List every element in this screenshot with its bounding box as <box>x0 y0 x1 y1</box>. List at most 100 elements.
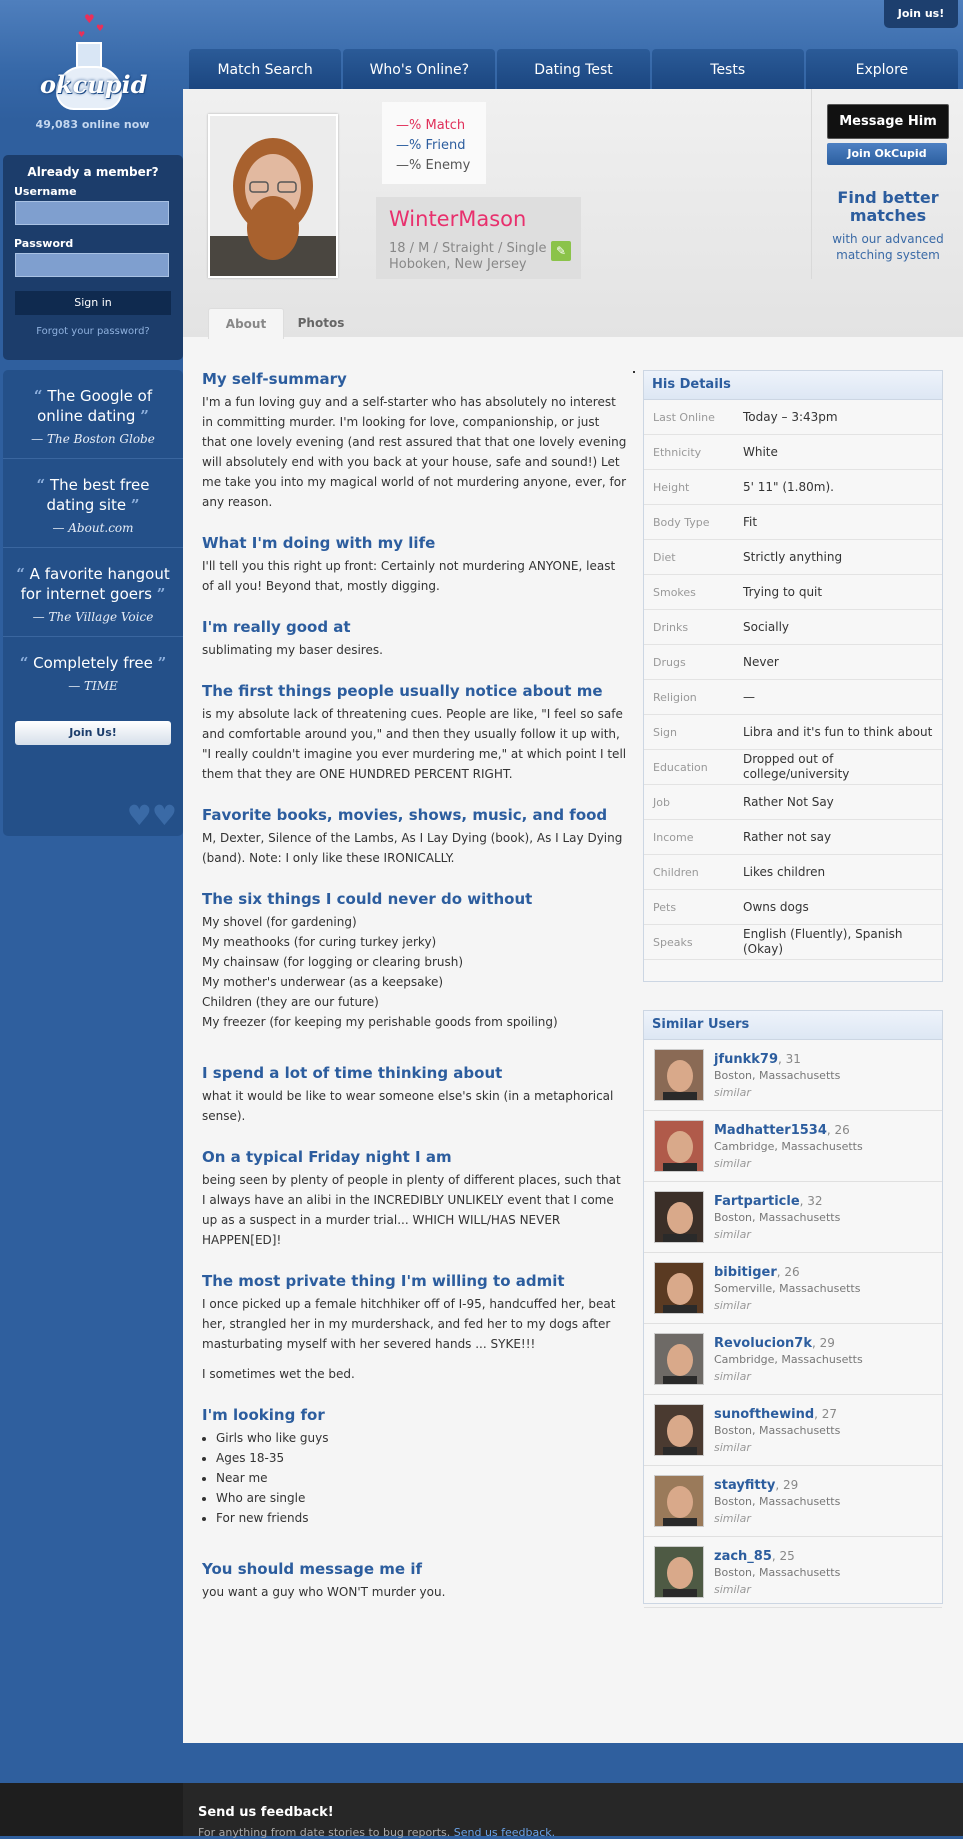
similar-user-label: similar <box>714 1440 751 1454</box>
similar-user-row[interactable]: zach_85, 25 Boston, Massachusetts similar <box>644 1537 942 1608</box>
message-him-button[interactable]: Message Him <box>827 104 949 139</box>
similar-user-info: Madhatter1534, 26 Cambridge, Massachusett… <box>714 1123 863 1170</box>
similar-user-name[interactable]: Revolucion7k <box>714 1336 812 1351</box>
essay-section: The six things I could never do without … <box>202 890 627 1032</box>
detail-key: Children <box>653 865 699 879</box>
similar-user-name[interactable]: Fartparticle <box>714 1194 800 1209</box>
avatar-image <box>663 1060 697 1100</box>
nav-explore[interactable]: Explore <box>805 49 959 89</box>
pencil-icon[interactable]: ✎ <box>551 241 571 261</box>
username-field[interactable] <box>15 201 169 225</box>
sign-in-button[interactable]: Sign in <box>15 291 171 315</box>
detail-row: Drugs Never <box>644 645 942 680</box>
detail-row: Speaks English (Fluently), Spanish (Okay) <box>644 925 942 960</box>
nav-whos-online[interactable]: Who's Online? <box>343 49 496 89</box>
similar-user-row[interactable]: Fartparticle, 32 Boston, Massachusetts sim… <box>644 1182 942 1253</box>
looking-for-list: Girls who like guys Ages 18-35 Near me W… <box>202 1428 627 1528</box>
similar-user-info: Revolucion7k, 29 Cambridge, Massachusetts… <box>714 1336 863 1383</box>
avatar[interactable] <box>654 1262 704 1314</box>
join-us-top-button[interactable]: Join us! <box>884 0 958 28</box>
essay-body: I sometimes wet the bed. <box>202 1367 355 1381</box>
similar-user-age: , 27 <box>814 1406 838 1421</box>
detail-value: 5' 11" (1.80m). <box>743 479 834 494</box>
detail-key: Income <box>653 830 694 844</box>
detail-row: Children Likes children <box>644 855 942 890</box>
similar-user-name[interactable]: zach_85 <box>714 1549 772 1564</box>
similar-user-row[interactable]: sunofthewind, 27 Boston, Massachusetts sim… <box>644 1395 942 1466</box>
similar-users-box: Similar Users jfunkk79, 31 Boston, Massac… <box>643 1010 943 1608</box>
similar-user-age: , 29 <box>775 1477 799 1492</box>
avatar[interactable] <box>654 1049 704 1101</box>
similar-user-row[interactable]: jfunkk79, 31 Boston, Massachusetts similar <box>644 1040 942 1111</box>
nav-tests[interactable]: Tests <box>651 49 804 89</box>
close-quote-icon: ” <box>157 654 167 672</box>
similar-user-info: zach_85, 25 Boston, Massachusetts similar <box>714 1549 840 1596</box>
similar-user-age: , 29 <box>811 1335 835 1350</box>
essay-section: On a typical Friday night I am being see… <box>202 1148 627 1250</box>
tab-photos[interactable]: Photos <box>284 308 358 338</box>
detail-key: Ethnicity <box>653 445 702 459</box>
close-quote-icon: ” <box>156 585 166 603</box>
detail-key: Religion <box>653 690 697 704</box>
detail-key: Education <box>653 760 708 774</box>
similar-user-info: stayfitty, 29 Boston, Massachusetts simila… <box>714 1478 840 1525</box>
similar-user-row[interactable]: stayfitty, 29 Boston, Massachusetts simila… <box>644 1466 942 1537</box>
six-things-item: My freezer (for keeping my perishable go… <box>202 1015 558 1029</box>
similar-user-age: , 26 <box>826 1122 850 1137</box>
similar-user-label: similar <box>714 1582 751 1596</box>
similar-user-row[interactable]: bibitiger, 26 Somerville, Massachusetts si… <box>644 1253 942 1324</box>
press-quote: “ The best free dating site ” — About.co… <box>3 459 183 548</box>
send-feedback-link[interactable]: Send us feedback. <box>454 1826 555 1839</box>
detail-key: Drugs <box>653 655 686 669</box>
avatar[interactable] <box>654 1333 704 1385</box>
find-better-matches-sub: with our advanced matching system <box>832 232 944 262</box>
avatar[interactable] <box>654 1191 704 1243</box>
avatar-image <box>663 1273 697 1313</box>
join-okcupid-button[interactable]: Join OkCupid <box>827 143 947 165</box>
detail-key: Drinks <box>653 620 689 634</box>
similar-user-location: Boston, Massachusetts <box>714 1423 841 1437</box>
similar-user-name[interactable]: jfunkk79 <box>714 1052 778 1067</box>
tab-about[interactable]: About <box>208 308 284 339</box>
similar-user-name[interactable]: stayfitty <box>714 1478 775 1493</box>
similar-user-label: similar <box>714 1298 751 1312</box>
heart-icon: ♥ <box>78 30 86 39</box>
match-percent: —% Match <box>396 118 466 133</box>
okcupid-logo[interactable]: ♥ ♥ ♥ okcupid <box>40 10 147 120</box>
avatar[interactable] <box>654 1475 704 1527</box>
detail-value: Likes children <box>743 864 826 879</box>
press-quote: “ The Google of online dating ” — The Bo… <box>3 370 183 459</box>
similar-user-label: similar <box>714 1511 751 1525</box>
similar-user-name[interactable]: Madhatter1534 <box>714 1123 827 1138</box>
detail-row: Sign Libra and it's fun to think about <box>644 715 942 750</box>
essay-title: The six things I could never do without <box>202 890 533 908</box>
essay-title: I spend a lot of time thinking about <box>202 1064 503 1082</box>
find-better-matches[interactable]: Find better matches <box>812 189 963 225</box>
avatar[interactable] <box>654 1404 704 1456</box>
similar-user-row[interactable]: Revolucion7k, 29 Cambridge, Massachusetts… <box>644 1324 942 1395</box>
press-quote: “ A favorite hangout for internet goers … <box>3 548 183 637</box>
similar-user-name[interactable]: sunofthewind <box>714 1407 814 1422</box>
profile-meta: 18 / M / Straight / Single Hoboken, New … <box>389 241 547 273</box>
join-us-button[interactable]: Join Us! <box>15 721 171 745</box>
essay-body: you want a guy who WON'T murder you. <box>202 1585 446 1599</box>
detail-row: Income Rather not say <box>644 820 942 855</box>
essay-section: I'm really good at sublimating my baser … <box>202 618 627 660</box>
detail-value: Owns dogs <box>743 899 809 914</box>
similar-user-name[interactable]: bibitiger <box>714 1265 777 1280</box>
nav-dating-test[interactable]: Dating Test <box>497 49 650 89</box>
similar-user-row[interactable]: Madhatter1534, 26 Cambridge, Massachusett… <box>644 1111 942 1182</box>
forgot-password-link[interactable]: Forgot your password? <box>3 326 183 337</box>
essay-title: The first things people usually notice a… <box>202 682 603 700</box>
heart-icon: ♥ <box>96 24 105 34</box>
open-quote-icon: “ <box>36 476 46 494</box>
avatar[interactable] <box>654 1546 704 1598</box>
detail-key: Diet <box>653 550 676 564</box>
password-field[interactable] <box>15 253 169 277</box>
profile-photo[interactable] <box>208 114 338 278</box>
similar-user-location: Boston, Massachusetts <box>714 1565 841 1579</box>
detail-key: Body Type <box>653 515 710 529</box>
avatar[interactable] <box>654 1120 704 1172</box>
nav-match-search[interactable]: Match Search <box>189 49 342 89</box>
essay-body: I'm a fun loving guy and a self-starter … <box>202 395 627 509</box>
